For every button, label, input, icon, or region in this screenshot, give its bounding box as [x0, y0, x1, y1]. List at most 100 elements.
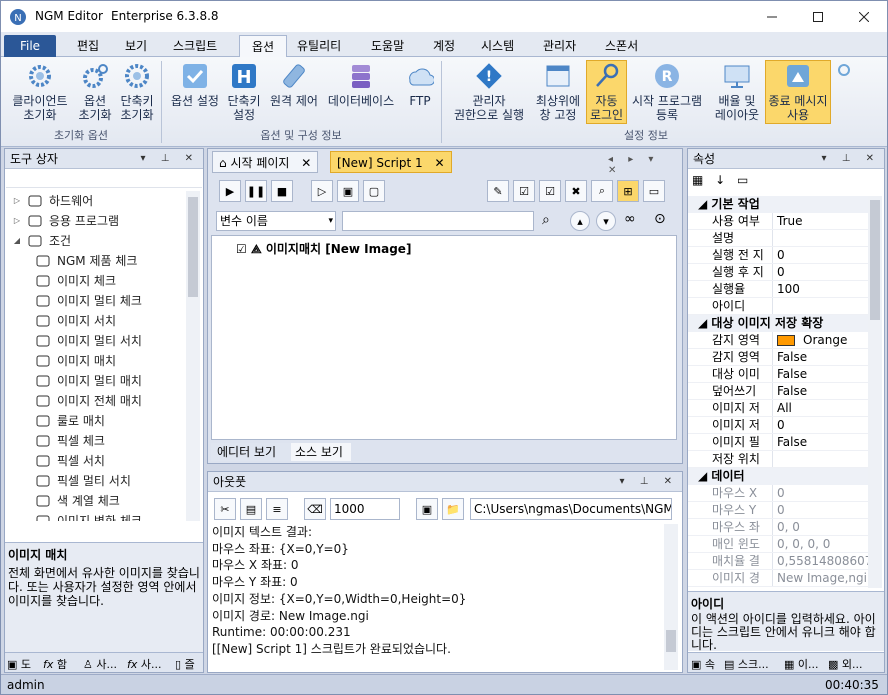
tab-account[interactable]: 계정	[421, 35, 467, 57]
toolbox-item[interactable]: NGM 제품 체크	[7, 251, 185, 271]
run-button[interactable]: ▶	[219, 180, 241, 202]
pause-button[interactable]: ❚❚	[245, 180, 267, 202]
more-icon[interactable]: ⊙	[654, 211, 666, 227]
stop-button[interactable]: ■	[271, 180, 293, 202]
toolbox-item[interactable]: 픽셀 서치	[7, 451, 185, 471]
hotkey-reset-button[interactable]: 단축키 초기화	[115, 61, 159, 122]
tab-images[interactable]: ▦ 이...	[784, 656, 819, 672]
maximize-button[interactable]	[795, 1, 841, 32]
check-button[interactable]: ☑	[513, 180, 535, 202]
property-value[interactable]: 0	[772, 485, 868, 501]
property-value[interactable]: False	[772, 349, 868, 365]
tab-external[interactable]: ▩ 외...	[828, 656, 863, 672]
toolbox-scrollbar[interactable]	[186, 191, 200, 521]
loop-icon[interactable]: ∞	[624, 211, 636, 227]
tab-script[interactable]: 스크립트	[161, 35, 229, 57]
minimize-button[interactable]	[749, 1, 795, 32]
property-value[interactable]: Orange	[772, 332, 868, 348]
toolbox-item[interactable]: 이미지 변화 체크	[7, 511, 185, 521]
run-window-button[interactable]: ▢	[363, 180, 385, 202]
property-row[interactable]: 이미지 저 All	[688, 400, 868, 417]
script-tree-item[interactable]: ☑ ⟁ 이미지매치 [New Image]	[236, 240, 411, 257]
property-scrollbar[interactable]	[868, 196, 882, 588]
property-row[interactable]: 감지 영역 False	[688, 349, 868, 366]
search-icon[interactable]: ⌕	[542, 212, 550, 228]
toolbox-item[interactable]: ▷ 응용 프로그램	[7, 211, 185, 231]
property-value[interactable]: True	[772, 213, 868, 229]
property-value[interactable]	[772, 298, 868, 314]
tab-favorites[interactable]: ▯ 즐	[175, 656, 195, 672]
prev-button[interactable]: ▴	[570, 211, 590, 231]
property-row[interactable]: 설명	[688, 230, 868, 247]
tab-view[interactable]: 보기	[113, 35, 159, 57]
property-row[interactable]: 매인 윈도 0, 0, 0, 0	[688, 536, 868, 553]
toolbox-item[interactable]: 이미지 서치	[7, 311, 185, 331]
property-row[interactable]: 마우스 Y 0	[688, 502, 868, 519]
panel-pin-close-icons[interactable]: ▾ ⊥ ✕	[141, 149, 199, 169]
step-play-button[interactable]: ▷	[311, 180, 333, 202]
property-category[interactable]: ◢ 데이터	[688, 468, 868, 485]
delete-button[interactable]: ✖	[565, 180, 587, 202]
ftp-button[interactable]: FTP	[403, 61, 437, 108]
tab-admin[interactable]: 관리자	[531, 35, 588, 57]
property-category[interactable]: ◢ 대상 이미지 저장 확장	[688, 315, 868, 332]
toolbox-item[interactable]: 이미지 멀티 체크	[7, 291, 185, 311]
property-value[interactable]: False	[772, 383, 868, 399]
property-row[interactable]: 실행 후 지 0	[688, 264, 868, 281]
tab-edit[interactable]: 편집	[65, 35, 111, 57]
startup-register-button[interactable]: R 시작 프로그램 등록	[627, 61, 707, 122]
panel-pin-close-icons[interactable]: ▾ ⊥ ✕	[620, 472, 678, 492]
option-settings-button[interactable]: 옵션 설정	[165, 61, 225, 108]
layout-button[interactable]: 배율 및 레이아웃	[709, 61, 765, 122]
tab-script-1[interactable]: [New] Script 1 ✕	[330, 151, 452, 173]
clear-output-button[interactable]: ✂	[214, 498, 236, 520]
tab-file[interactable]: File	[4, 35, 56, 57]
close-button[interactable]	[841, 1, 887, 32]
property-row[interactable]: 실행 전 지 0	[688, 247, 868, 264]
tab-functions[interactable]: fx 함	[43, 656, 67, 672]
eraser-button[interactable]: ⌫	[304, 498, 326, 520]
tab-script-list[interactable]: ▤ 스크...	[724, 656, 769, 672]
property-row[interactable]: 아이디	[688, 298, 868, 315]
variable-combo[interactable]: 변수 이름 ▾	[216, 211, 336, 231]
property-row[interactable]: 이미지 경 New Image,ngi	[688, 570, 868, 587]
property-value[interactable]: New Image,ngi	[772, 570, 868, 586]
property-row[interactable]: 저장 위치	[688, 451, 868, 468]
edit-button[interactable]: ✎	[487, 180, 509, 202]
toolbox-search-input[interactable]	[6, 170, 202, 188]
property-value[interactable]: 0	[772, 264, 868, 280]
property-row[interactable]: 마우스 좌 0, 0	[688, 519, 868, 536]
property-value[interactable]: 0,55814808607101	[772, 553, 868, 569]
expander-icon[interactable]: ◢	[11, 231, 23, 251]
run-as-admin-button[interactable]: ! 관리자 권한으로 실행	[445, 61, 533, 122]
output-scrollbar[interactable]	[664, 524, 678, 670]
sort-categorized-icon[interactable]: ▦ ↓ ▭	[692, 173, 752, 187]
property-value[interactable]: All	[772, 400, 868, 416]
property-row[interactable]: 매치율 결 0,55814808607101	[688, 553, 868, 570]
run-selected-button[interactable]: ▣	[337, 180, 359, 202]
tab-nav-icons[interactable]: ◂ ▸ ▾ ✕	[608, 154, 682, 176]
property-row[interactable]: 이미지 저 0	[688, 417, 868, 434]
property-row[interactable]: 이미지 필 False	[688, 434, 868, 451]
property-value[interactable]: 0	[772, 247, 868, 263]
tab-start-page[interactable]: ⌂ 시작 페이지 ✕	[212, 151, 319, 173]
tab-help[interactable]: 도움말	[359, 35, 416, 57]
property-value[interactable]: 0, 0, 0, 0	[772, 536, 868, 552]
property-value[interactable]: 0, 0	[772, 519, 868, 535]
exit-message-button[interactable]: 종료 메시지 사용	[765, 60, 831, 124]
refresh-icon[interactable]	[837, 63, 851, 77]
tab-properties[interactable]: ▣ 속	[691, 656, 715, 672]
toolbox-item[interactable]: 이미지 체크	[7, 271, 185, 291]
new-output-button[interactable]: ▤	[240, 498, 262, 520]
save-output-button[interactable]: ▣	[416, 498, 438, 520]
wrap-output-button[interactable]: ≡	[266, 498, 288, 520]
tab-system[interactable]: 시스템	[469, 35, 526, 57]
hotkey-settings-button[interactable]: H 단축키 설정	[223, 61, 265, 122]
toolbox-item[interactable]: 색 계열 체크	[7, 491, 185, 511]
property-category[interactable]: ◢ 기본 작업	[688, 196, 868, 213]
check-all-button[interactable]: ☑	[539, 180, 561, 202]
toolbox-item[interactable]: 픽셀 멀티 서치	[7, 471, 185, 491]
tab-sponsor[interactable]: 스폰서	[593, 35, 650, 57]
script-editor[interactable]: ☑ ⟁ 이미지매치 [New Image]	[211, 235, 677, 440]
toolbox-item[interactable]: 이미지 멀티 매치	[7, 371, 185, 391]
